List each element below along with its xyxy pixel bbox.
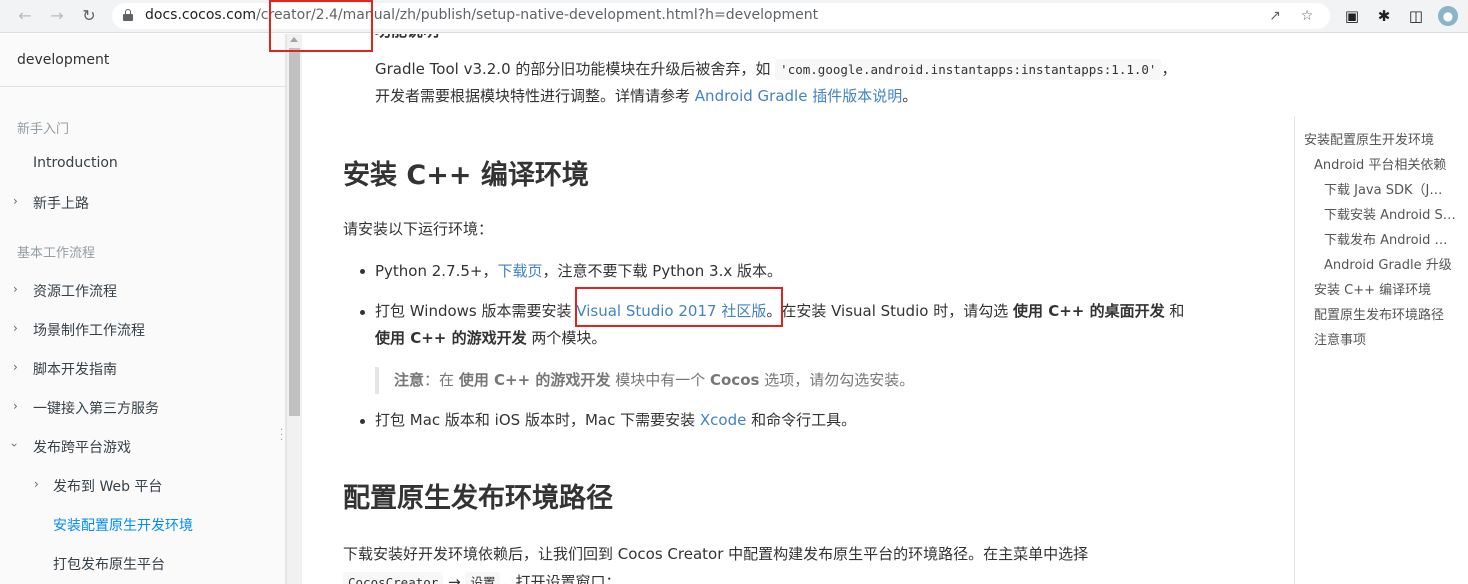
sidebar-subitem-web[interactable]: 发布到 Web 平台 bbox=[53, 476, 162, 496]
text: 两个模块。 bbox=[531, 329, 607, 347]
chevron-right-icon[interactable]: › bbox=[34, 476, 39, 492]
text: Python 2.7.5+， bbox=[375, 262, 498, 280]
toc-item[interactable]: Android Gradle 升级 bbox=[1324, 254, 1464, 273]
visual-studio-link[interactable]: Visual Studio 2017 社区版 bbox=[576, 302, 766, 320]
text: ，注意不要下载 Python 3.x 版本。 bbox=[542, 262, 783, 280]
sidebar: development 新手入门 Introduction › 新手上路 基本工… bbox=[0, 34, 286, 584]
bold-text: 使用 C++ 的游戏开发 bbox=[458, 371, 611, 389]
xcode-link[interactable]: Xcode bbox=[700, 411, 746, 429]
address-bar[interactable]: docs.cocos.com/creator/2.4/manual/zh/pub… bbox=[112, 3, 1330, 29]
share-icon[interactable]: ↗ bbox=[1265, 6, 1285, 26]
chevron-right-icon[interactable]: › bbox=[13, 193, 18, 209]
browser-toolbar: ← → ↻ docs.cocos.com/creator/2.4/manual/… bbox=[0, 0, 1468, 33]
toc-item[interactable]: 安装 C++ 编译环境 bbox=[1314, 279, 1464, 298]
bold-text: 使用 C++ 的桌面开发 bbox=[1012, 302, 1165, 320]
partial-heading: 功能说明 bbox=[375, 34, 439, 44]
mac-item: 打包 Mac 版本和 iOS 版本时，Mac 下需要安装 Xcode 和命令行工… bbox=[375, 407, 856, 434]
text: ：在 bbox=[424, 371, 455, 389]
heading-native-path: 配置原生发布环境路径 bbox=[343, 483, 613, 514]
bullet-icon bbox=[360, 269, 365, 274]
path-paragraph-line2: CocosCreator → 设置 ，打开设置窗口： bbox=[343, 569, 620, 584]
sidebar-item-getting-started[interactable]: 新手上路 bbox=[33, 193, 89, 213]
sidebar-item-introduction[interactable]: Introduction bbox=[33, 155, 118, 171]
python-item: Python 2.7.5+，下载页，注意不要下载 Python 3.x 版本。 bbox=[375, 258, 782, 285]
path-paragraph-line1: 下载安装好开发环境依赖后，让我们回到 Cocos Creator 中配置构建发布… bbox=[343, 545, 1089, 563]
arrow-icon: → bbox=[448, 573, 461, 584]
sidebar-item-asset-workflow[interactable]: 资源工作流程 bbox=[33, 281, 117, 301]
scrollbar-thumb[interactable] bbox=[289, 48, 300, 416]
back-arrow-icon[interactable]: ← bbox=[13, 5, 37, 27]
inline-code: 'com.google.android.instantapps:instanta… bbox=[775, 59, 1162, 80]
toc-item[interactable]: Android 平台相关依赖 bbox=[1314, 154, 1464, 173]
toc-item[interactable]: 下载发布 Android … bbox=[1324, 229, 1464, 248]
text: Gradle Tool v3.2.0 的部分旧功能模块在升级后被舍弃，如 bbox=[375, 60, 771, 78]
table-of-contents: 安装配置原生开发环境 Android 平台相关依赖 下载 Java SDK（J…… bbox=[1294, 116, 1468, 584]
chevron-right-icon[interactable]: › bbox=[13, 281, 18, 297]
sidebar-section-header: 新手入门 bbox=[17, 122, 70, 137]
gradle-paragraph-line2: 开发者需要根据模块特性进行调整。详情请参考 Android Gradle 插件版… bbox=[375, 83, 917, 110]
toc-item[interactable]: 下载 Java SDK（J… bbox=[1324, 179, 1464, 198]
bold-text: 使用 C++ 的游戏开发 bbox=[375, 329, 527, 347]
toc-item[interactable]: 下载安装 Android S… bbox=[1324, 204, 1464, 223]
android-gradle-link[interactable]: Android Gradle 插件版本说明 bbox=[695, 87, 902, 105]
profile-avatar-icon[interactable]: ● bbox=[1438, 6, 1458, 26]
text: 和命令行工具。 bbox=[751, 411, 857, 429]
inline-code: CocosCreator bbox=[343, 572, 444, 584]
sidebar-subitem-native-setup[interactable]: 安装配置原生开发环境 bbox=[53, 515, 193, 535]
bullet-icon bbox=[360, 310, 365, 315]
lock-icon[interactable] bbox=[123, 9, 133, 21]
windows-item-line2: 使用 C++ 的游戏开发 两个模块。 bbox=[375, 325, 606, 352]
forward-arrow-icon[interactable]: → bbox=[45, 5, 69, 27]
sidebar-subitem-native-publish[interactable]: 打包发布原生平台 bbox=[53, 554, 165, 574]
bold-text: Cocos bbox=[709, 371, 760, 389]
reload-icon[interactable]: ↻ bbox=[77, 5, 101, 27]
bookmark-star-icon[interactable]: ☆ bbox=[1297, 6, 1317, 26]
text: 开发者需要根据模块特性进行调整。详情请参考 bbox=[375, 87, 691, 105]
sidebar-scrollbar[interactable] bbox=[286, 34, 302, 584]
url-path: /creator/2.4/manual/zh/publish/setup-nat… bbox=[256, 7, 819, 23]
scroll-up-arrow-icon[interactable] bbox=[290, 37, 298, 42]
text: 选项，请勿勾选安装。 bbox=[764, 371, 915, 389]
intro-text: 请安装以下运行环境： bbox=[343, 220, 494, 238]
extension-icon[interactable]: ▣ bbox=[1342, 6, 1362, 26]
text: ， bbox=[1161, 60, 1177, 78]
text: ，打开设置窗口： bbox=[500, 573, 621, 584]
sidebar-item-scene-workflow[interactable]: 场景制作工作流程 bbox=[33, 320, 145, 340]
chevron-right-icon[interactable]: › bbox=[13, 359, 18, 375]
sidebar-item-publish[interactable]: 发布跨平台游戏 bbox=[33, 437, 131, 457]
puzzle-icon[interactable]: ✱ bbox=[1374, 6, 1394, 26]
chevron-down-icon[interactable]: › bbox=[6, 443, 22, 448]
sidebar-item-scripting[interactable]: 脚本开发指南 bbox=[33, 359, 117, 379]
bullet-icon bbox=[360, 419, 365, 424]
sidebar-search-value: development bbox=[17, 52, 110, 68]
note-label: 注意 bbox=[394, 371, 425, 389]
inline-code: 设置 bbox=[465, 572, 501, 584]
chevron-right-icon[interactable]: › bbox=[13, 320, 18, 336]
sidebar-search[interactable]: development bbox=[0, 34, 286, 87]
resize-grip-icon[interactable]: · · · bbox=[280, 426, 284, 446]
sidebar-item-third-party[interactable]: 一键接入第三方服务 bbox=[33, 398, 159, 418]
text: 模块中有一个 bbox=[615, 371, 706, 389]
url-text[interactable]: docs.cocos.com/creator/2.4/manual/zh/pub… bbox=[145, 7, 818, 23]
gradle-paragraph-line1: Gradle Tool v3.2.0 的部分旧功能模块在升级后被舍弃，如 'co… bbox=[375, 56, 1176, 83]
download-page-link[interactable]: 下载页 bbox=[498, 262, 543, 280]
text: 打包 Mac 版本和 iOS 版本时，Mac 下需要安装 bbox=[375, 411, 696, 429]
sidebar-icon[interactable]: ◫ bbox=[1406, 6, 1426, 26]
text: 。 bbox=[902, 87, 918, 105]
text: 打包 Windows 版本需要安装 bbox=[375, 302, 572, 320]
url-host: docs.cocos.com bbox=[145, 7, 257, 23]
sidebar-section-header: 基本工作流程 bbox=[17, 246, 96, 261]
chevron-right-icon[interactable]: › bbox=[13, 398, 18, 414]
windows-item-line1: 打包 Windows 版本需要安装 Visual Studio 2017 社区版… bbox=[375, 298, 1184, 325]
toc-item[interactable]: 配置原生发布环境路径 bbox=[1314, 304, 1464, 323]
toc-item[interactable]: 安装配置原生开发环境 bbox=[1304, 129, 1464, 148]
heading-cpp-env: 安装 C++ 编译环境 bbox=[343, 160, 589, 191]
main-content: 功能说明 Gradle Tool v3.2.0 的部分旧功能模块在升级后被舍弃，… bbox=[303, 34, 1293, 584]
text: 。在安装 Visual Studio 时，请勾选 bbox=[766, 302, 1009, 320]
note-blockquote: 注意：在 使用 C++ 的游戏开发 模块中有一个 Cocos 选项，请勿勾选安装… bbox=[375, 367, 935, 394]
toc-item[interactable]: 注意事项 bbox=[1314, 329, 1464, 348]
text: 和 bbox=[1169, 302, 1185, 320]
